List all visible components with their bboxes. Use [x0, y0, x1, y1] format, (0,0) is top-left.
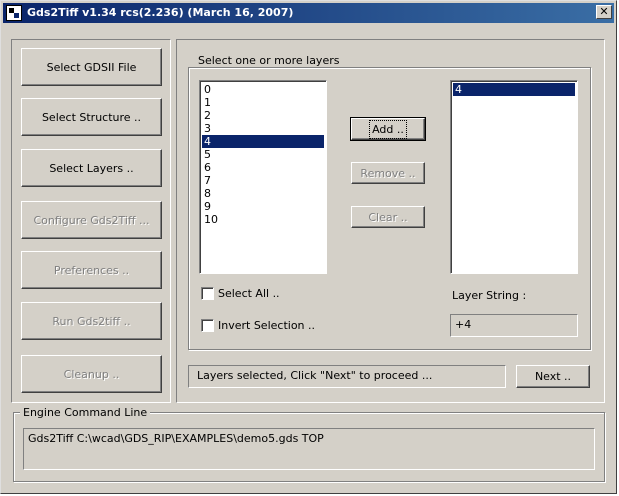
select-structure-button[interactable]: Select Structure ..: [21, 98, 162, 136]
invert-selection-label: Invert Selection ..: [218, 319, 316, 332]
list-item[interactable]: 0: [202, 83, 324, 96]
selected-layers-list[interactable]: 4: [450, 80, 578, 274]
remove-layer-button[interactable]: Remove ..: [351, 162, 425, 184]
run-gds2tiff-button[interactable]: Run Gds2tiff ..: [21, 302, 162, 340]
next-button[interactable]: Next ..: [516, 365, 590, 388]
list-item[interactable]: 2: [202, 109, 324, 122]
engine-command-label: Engine Command Line: [20, 406, 151, 419]
configure-gds2tiff-button[interactable]: Configure Gds2Tiff ...: [21, 201, 162, 239]
select-all-checkbox[interactable]: [201, 287, 214, 300]
list-item[interactable]: 8: [202, 187, 324, 200]
list-item[interactable]: 7: [202, 174, 324, 187]
select-all-label: Select All ..: [218, 287, 280, 300]
window-title: Gds2Tiff v1.34 rcs(2.236) (March 16, 200…: [27, 6, 294, 19]
list-item[interactable]: 6: [202, 161, 324, 174]
layer-string-label: Layer String :: [452, 289, 527, 302]
layers-group-label: Select one or more layers: [195, 54, 343, 67]
title-bar[interactable]: Gds2Tiff v1.34 rcs(2.236) (March 16, 200…: [3, 3, 614, 23]
add-layer-button[interactable]: Add ..: [350, 117, 426, 141]
select-layers-button[interactable]: Select Layers ..: [21, 149, 162, 187]
list-item[interactable]: 9: [202, 200, 324, 213]
list-item[interactable]: 3: [202, 122, 324, 135]
select-all-checkbox-row[interactable]: Select All ..: [201, 287, 280, 300]
preferences-button[interactable]: Preferences ..: [21, 251, 162, 289]
list-item[interactable]: 5: [202, 148, 324, 161]
main-window: Gds2Tiff v1.34 rcs(2.236) (March 16, 200…: [0, 0, 617, 494]
cleanup-button[interactable]: Cleanup ..: [21, 355, 162, 393]
engine-command-field: Gds2Tiff C:\wcad\GDS_RIP\EXAMPLES\demo5.…: [23, 428, 595, 470]
available-layers-list[interactable]: 0 1 2 3 4 5 6 7 8 9 10: [199, 80, 327, 274]
status-message-field: Layers selected, Click "Next" to proceed…: [188, 365, 506, 388]
app-icon: [6, 5, 22, 21]
layer-string-field: +4: [450, 314, 578, 337]
invert-selection-checkbox[interactable]: [201, 319, 214, 332]
invert-selection-checkbox-row[interactable]: Invert Selection ..: [201, 319, 315, 332]
list-item[interactable]: 4: [202, 135, 324, 148]
list-item[interactable]: 1: [202, 96, 324, 109]
list-item[interactable]: 10: [202, 213, 324, 226]
select-gdsii-file-button[interactable]: Select GDSII File: [21, 48, 162, 86]
list-item[interactable]: 4: [453, 83, 575, 96]
close-button[interactable]: ✕: [596, 5, 612, 19]
clear-layers-button[interactable]: Clear ..: [351, 206, 425, 228]
